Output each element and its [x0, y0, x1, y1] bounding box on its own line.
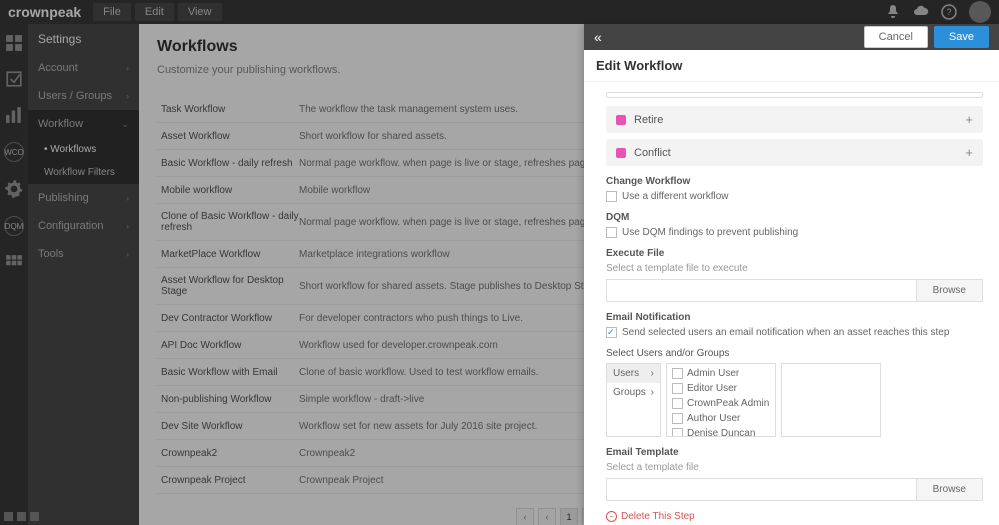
list-item[interactable]: CrownPeak Admin: [669, 396, 773, 411]
picker-selected: [781, 363, 881, 437]
checkbox-icon[interactable]: [672, 368, 683, 379]
cancel-button[interactable]: Cancel: [864, 26, 928, 48]
option-text: Use a different workflow: [622, 191, 729, 202]
plus-icon[interactable]: +: [965, 145, 973, 160]
delete-label: Delete This Step: [621, 511, 695, 522]
tab-label: Groups: [613, 387, 646, 398]
checkbox-icon[interactable]: [672, 428, 683, 437]
user-name: Admin User: [687, 368, 739, 379]
step-label: Retire: [634, 114, 663, 126]
list-item[interactable]: Author User: [669, 411, 773, 426]
step-color-icon: [616, 148, 626, 158]
tab-groups[interactable]: Groups ›: [607, 383, 660, 402]
email-template-hint: Select a template file: [606, 462, 983, 473]
step-conflict[interactable]: Conflict +: [606, 139, 983, 166]
checkbox-icon[interactable]: [672, 413, 683, 424]
user-name: Author User: [687, 413, 740, 424]
footer-icon[interactable]: [4, 512, 13, 521]
footer-icon[interactable]: [30, 512, 39, 521]
step-retire[interactable]: Retire +: [606, 106, 983, 133]
edit-workflow-drawer: « Cancel Save Edit Workflow Retire + Con…: [584, 24, 999, 525]
checkbox-icon[interactable]: [606, 191, 617, 202]
step-placeholder: [606, 92, 983, 98]
execute-browse-button[interactable]: Browse: [917, 279, 983, 302]
email-template-label: Email Template: [606, 447, 983, 458]
option-text: Send selected users an email notificatio…: [622, 327, 949, 338]
delete-step-button[interactable]: − Delete This Step: [606, 511, 983, 522]
checkbox-icon[interactable]: [606, 227, 617, 238]
user-name: Editor User: [687, 383, 737, 394]
drawer-body: Retire + Conflict + Change Workflow Use …: [584, 82, 999, 525]
list-item[interactable]: Admin User: [669, 366, 773, 381]
step-label: Conflict: [634, 147, 671, 159]
step-color-icon: [616, 115, 626, 125]
checkbox-icon[interactable]: [672, 398, 683, 409]
change-workflow-option[interactable]: Use a different workflow: [606, 191, 983, 202]
list-item[interactable]: Editor User: [669, 381, 773, 396]
user-group-picker: Users › Groups › Admin User Editor User Crow…: [606, 363, 983, 437]
drawer-title: Edit Workflow: [584, 50, 999, 82]
email-template-input[interactable]: [606, 478, 917, 501]
plus-icon[interactable]: +: [965, 112, 973, 127]
drawer-header: « Cancel Save: [584, 24, 999, 50]
dqm-label: DQM: [606, 212, 983, 223]
dqm-option[interactable]: Use DQM findings to prevent publishing: [606, 227, 983, 238]
list-item[interactable]: Denise Duncan: [669, 426, 773, 437]
save-button[interactable]: Save: [934, 26, 989, 48]
picker-tabs: Users › Groups ›: [606, 363, 661, 437]
user-name: CrownPeak Admin: [687, 398, 769, 409]
execute-file-input[interactable]: [606, 279, 917, 302]
user-name: Denise Duncan: [687, 428, 755, 437]
execute-file-hint: Select a template file to execute: [606, 263, 983, 274]
email-notif-option[interactable]: Send selected users an email notificatio…: [606, 327, 983, 338]
checkbox-icon[interactable]: [672, 383, 683, 394]
footer-icons: [4, 512, 39, 521]
execute-file-label: Execute File: [606, 248, 983, 259]
tab-users[interactable]: Users ›: [607, 364, 660, 383]
template-browse-button[interactable]: Browse: [917, 478, 983, 501]
picker-list[interactable]: Admin User Editor User CrownPeak Admin Auth…: [666, 363, 776, 437]
chevron-right-icon: ›: [651, 387, 654, 398]
chevron-right-icon: ›: [651, 368, 654, 379]
option-text: Use DQM findings to prevent publishing: [622, 227, 798, 238]
email-notif-label: Email Notification: [606, 312, 983, 323]
change-workflow-label: Change Workflow: [606, 176, 983, 187]
select-users-label: Select Users and/or Groups: [606, 348, 983, 359]
checkbox-icon[interactable]: [606, 327, 617, 338]
tab-label: Users: [613, 368, 639, 379]
minus-circle-icon: −: [606, 511, 617, 522]
footer-icon[interactable]: [17, 512, 26, 521]
back-icon[interactable]: «: [594, 29, 602, 45]
